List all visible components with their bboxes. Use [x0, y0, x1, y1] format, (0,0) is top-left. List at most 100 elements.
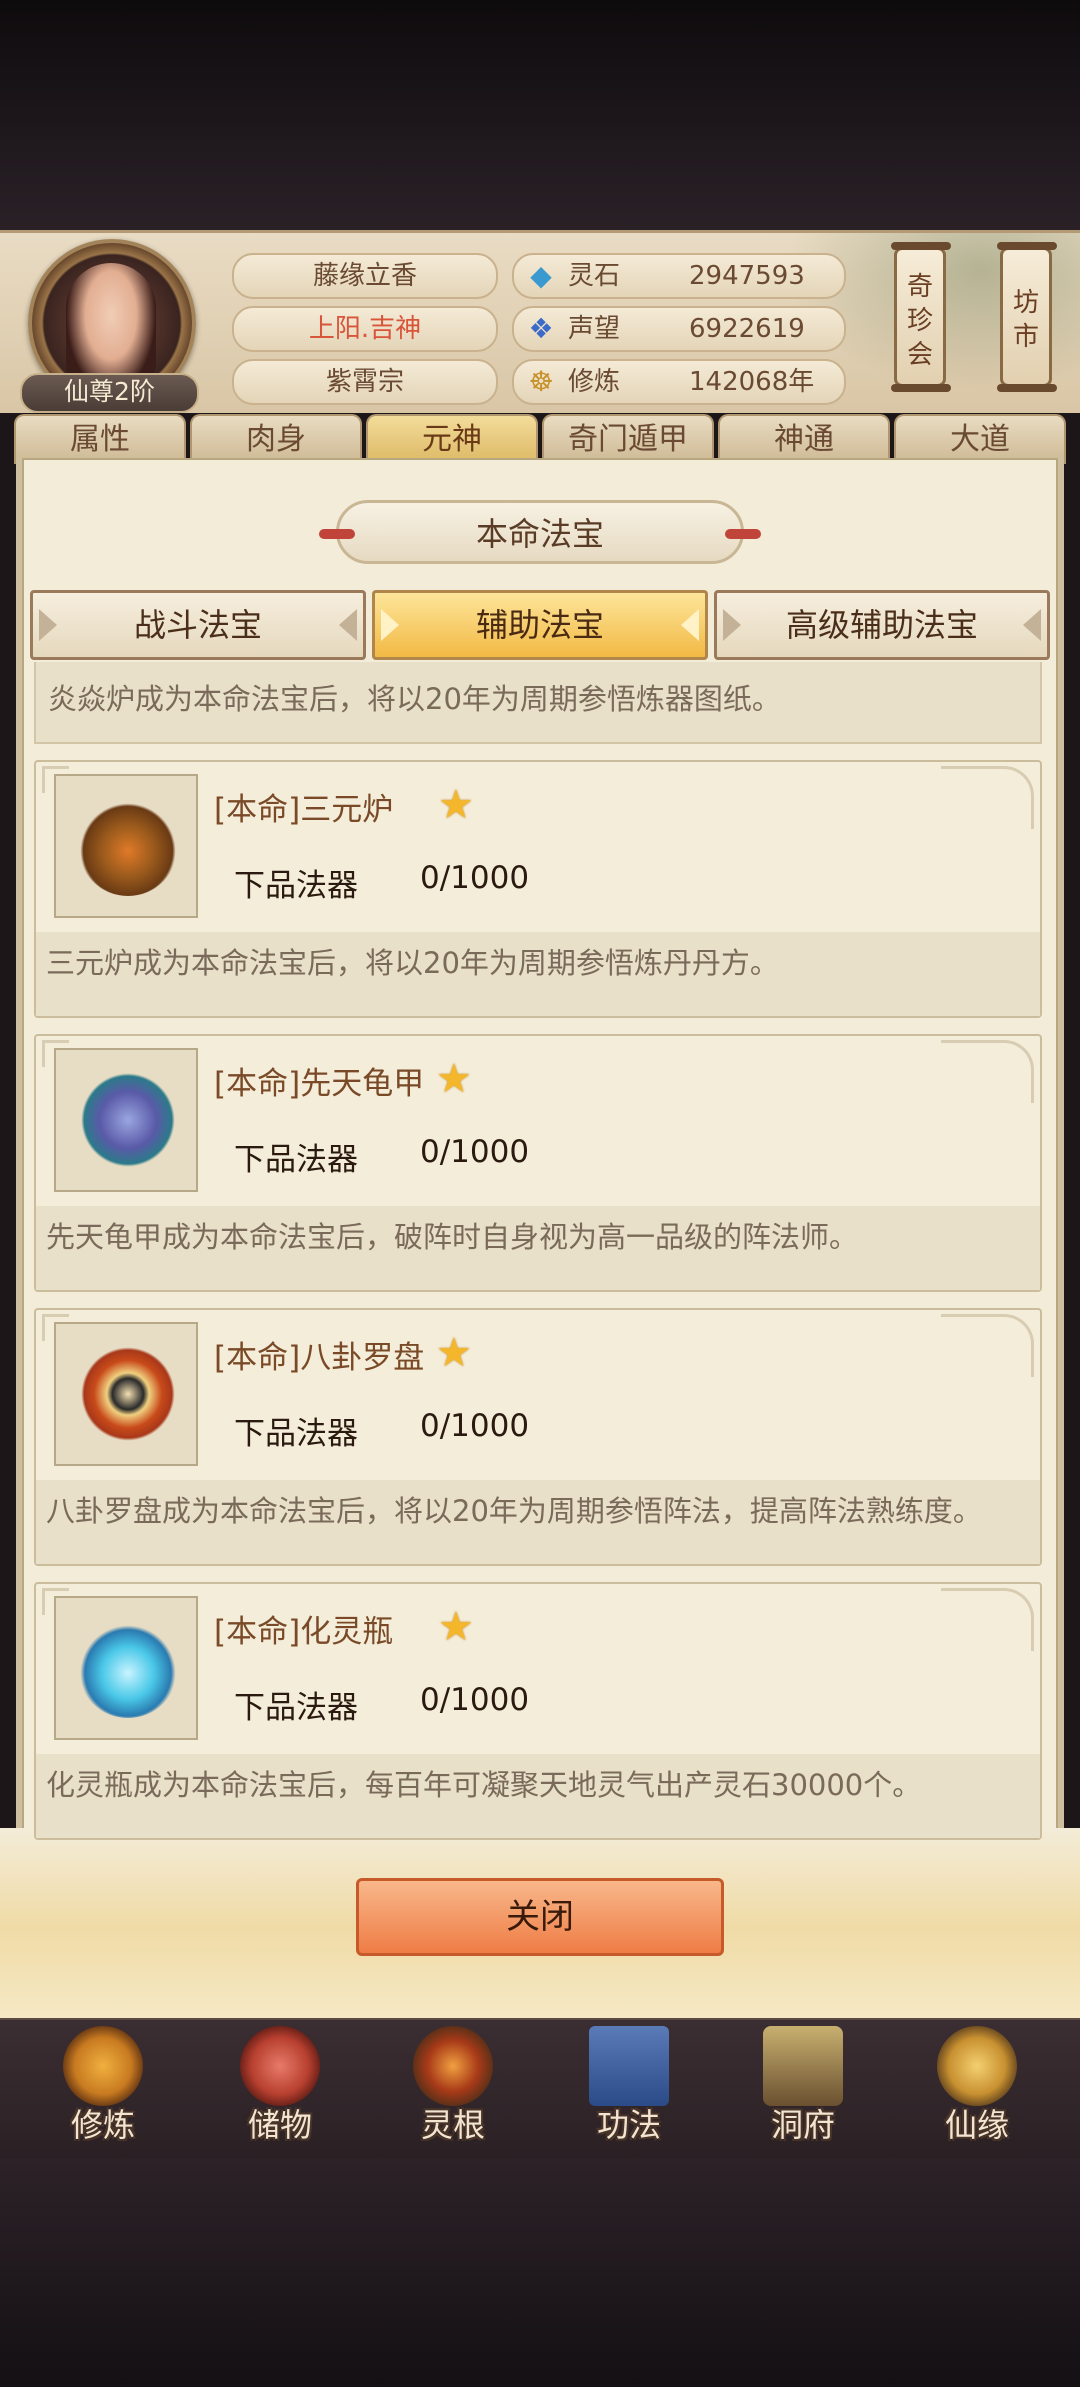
- meditating-figure-icon: [63, 2026, 143, 2106]
- arrow-right-icon: [1023, 609, 1041, 641]
- item-description: 炎焱炉成为本命法宝后，将以20年为周期参悟炼器图纸。: [48, 682, 781, 716]
- turtle-shell-icon: [78, 1070, 178, 1170]
- market-button[interactable]: 坊市: [997, 242, 1057, 392]
- star-icon: ★: [438, 782, 474, 828]
- item-icon-frame: [54, 774, 198, 918]
- item-description-bar: 八卦罗盘成为本命法宝后，将以20年为周期参悟阵法，提高阵法熟练度。: [36, 1480, 1040, 1564]
- stat-value: 2947593: [689, 261, 805, 291]
- treasure-subtabs: 战斗法宝 辅助法宝 高级辅助法宝: [30, 590, 1050, 660]
- item-count: 0/1000: [420, 860, 530, 896]
- item-description: 三元炉成为本命法宝后，将以20年为周期参悟炼丹丹方。: [46, 946, 779, 980]
- arrow-left-icon: [39, 609, 57, 641]
- item-description: 化灵瓶成为本命法宝后，每百年可凝聚天地灵气出产灵石30000个。: [46, 1768, 922, 1802]
- treasure-list[interactable]: 炎焱炉成为本命法宝后，将以20年为周期参悟炼器图纸。 [本命]三元炉 ★ 下品法…: [34, 662, 1046, 1842]
- list-item[interactable]: [本命]先天龟甲 ★ 下品法器 0/1000 先天龟甲成为本命法宝后，破阵时自身…: [34, 1034, 1042, 1292]
- tab-great-dao[interactable]: 大道: [894, 414, 1066, 464]
- panel-title: 本命法宝: [319, 500, 761, 564]
- item-icon-frame: [54, 1048, 198, 1192]
- storage-bag-icon: [240, 2026, 320, 2106]
- subtab-label: 战斗法宝: [133, 606, 262, 644]
- item-name: [本命]三元炉: [214, 792, 394, 828]
- cultivation-icon: ☸: [528, 365, 554, 398]
- item-icon-frame: [54, 1322, 198, 1466]
- bagua-compass-icon: [78, 1344, 178, 1444]
- item-name: [本命]先天龟甲: [214, 1066, 425, 1102]
- stat-label: 声望: [568, 314, 621, 344]
- subtab-label: 辅助法宝: [475, 606, 604, 644]
- bottom-nav: 修炼 储物 灵根 功法 洞府 仙缘: [0, 2018, 1080, 2160]
- tab-attributes[interactable]: 属性: [14, 414, 186, 464]
- item-count: 0/1000: [420, 1408, 530, 1444]
- item-description-bar: 三元炉成为本命法宝后，将以20年为周期参悟炼丹丹方。: [36, 932, 1040, 1016]
- stat-value: 6922619: [689, 314, 805, 344]
- list-item[interactable]: [本命]化灵瓶 ★ 下品法器 0/1000 化灵瓶成为本命法宝后，每百年可凝聚天…: [34, 1582, 1042, 1840]
- nav-cultivate[interactable]: 修炼: [18, 2020, 188, 2160]
- nav-label: 功法: [596, 2106, 661, 2144]
- item-name: [本命]八卦罗盘: [214, 1340, 425, 1376]
- stat-reputation: ❖ 声望 6922619: [512, 306, 846, 352]
- subtab-combat-treasure[interactable]: 战斗法宝: [30, 590, 366, 660]
- star-icon: ★: [438, 1604, 474, 1650]
- nav-spirit-root[interactable]: 灵根: [368, 2020, 538, 2160]
- item-count: 0/1000: [420, 1134, 530, 1170]
- nav-immortal-fate[interactable]: 仙缘: [892, 2020, 1062, 2160]
- bottom-backdrop: [0, 2158, 1080, 2387]
- stat-value: 142068年: [689, 367, 815, 397]
- arrow-right-icon: [339, 609, 357, 641]
- nav-label: 修炼: [70, 2106, 135, 2144]
- item-icon-frame: [54, 1596, 198, 1740]
- nav-storage[interactable]: 储物: [195, 2020, 365, 2160]
- item-description: 八卦罗盘成为本命法宝后，将以20年为周期参悟阵法，提高阵法熟练度。: [46, 1494, 982, 1528]
- three-element-furnace-icon: [78, 796, 178, 896]
- list-item[interactable]: [本命]三元炉 ★ 下品法器 0/1000 三元炉成为本命法宝后，将以20年为周…: [34, 760, 1042, 1018]
- cave-gate-icon: [763, 2026, 843, 2106]
- subtab-label: 高级辅助法宝: [785, 606, 978, 644]
- player-location: 上阳.吉神: [232, 306, 498, 352]
- list-item-partial: 炎焱炉成为本命法宝后，将以20年为周期参悟炼器图纸。: [34, 662, 1042, 744]
- nav-label: 洞府: [770, 2106, 835, 2144]
- player-header: 仙尊2阶 藤缘立香 上阳.吉神 紫霄宗 ◆ 灵石 2947593 ❖ 声望 69…: [0, 230, 1080, 413]
- stat-label: 灵石: [568, 261, 621, 291]
- player-name: 藤缘立香: [232, 253, 498, 299]
- stat-label: 修炼: [568, 367, 621, 397]
- tab-spirit[interactable]: 元神: [366, 414, 538, 464]
- item-grade: 下品法器: [234, 1416, 358, 1452]
- subtab-support-treasure[interactable]: 辅助法宝: [372, 590, 708, 660]
- spirit-bottle-icon: [78, 1618, 178, 1718]
- item-grade: 下品法器: [234, 1142, 358, 1178]
- arrow-left-icon: [723, 609, 741, 641]
- item-description: 先天龟甲成为本命法宝后，破阵时自身视为高一品级的阵法师。: [46, 1220, 859, 1254]
- nav-techniques[interactable]: 功法: [544, 2020, 714, 2160]
- item-description-bar: 化灵瓶成为本命法宝后，每百年可凝聚天地灵气出产灵石30000个。: [36, 1754, 1040, 1838]
- close-button[interactable]: 关闭: [356, 1878, 724, 1956]
- nav-label: 仙缘: [944, 2106, 1009, 2144]
- top-backdrop: [0, 0, 1080, 230]
- reputation-icon: ❖: [528, 312, 554, 345]
- star-icon: ★: [436, 1056, 472, 1102]
- subtab-advanced-support-treasure[interactable]: 高级辅助法宝: [714, 590, 1050, 660]
- nav-label: 灵根: [420, 2106, 485, 2144]
- tab-body[interactable]: 肉身: [190, 414, 362, 464]
- list-item[interactable]: [本命]八卦罗盘 ★ 下品法器 0/1000 八卦罗盘成为本命法宝后，将以20年…: [34, 1308, 1042, 1566]
- nav-cave-abode[interactable]: 洞府: [718, 2020, 888, 2160]
- nav-label: 储物: [247, 2106, 312, 2144]
- item-grade: 下品法器: [234, 1690, 358, 1726]
- player-sect: 紫霄宗: [232, 359, 498, 405]
- tab-divine-ability[interactable]: 神通: [718, 414, 890, 464]
- stat-spirit-stone: ◆ 灵石 2947593: [512, 253, 846, 299]
- item-description-bar: 先天龟甲成为本命法宝后，破阵时自身视为高一品级的阵法师。: [36, 1206, 1040, 1290]
- gourd-icon: [937, 2026, 1017, 2106]
- spirit-stone-icon: ◆: [530, 259, 552, 292]
- item-name: [本命]化灵瓶: [214, 1614, 394, 1650]
- item-grade: 下品法器: [234, 868, 358, 904]
- tab-qimen[interactable]: 奇门遁甲: [542, 414, 714, 464]
- arrow-left-icon: [381, 609, 399, 641]
- section-tabs: 属性 肉身 元神 奇门遁甲 神通 大道: [14, 414, 1066, 464]
- stat-cultivation: ☸ 修炼 142068年: [512, 359, 846, 405]
- spirit-root-icon: [413, 2026, 493, 2106]
- item-count: 0/1000: [420, 1682, 530, 1718]
- treasure-fair-button[interactable]: 奇珍会: [891, 242, 951, 392]
- arrow-right-icon: [681, 609, 699, 641]
- rank-badge: 仙尊2阶: [20, 373, 199, 413]
- book-icon: [589, 2026, 669, 2106]
